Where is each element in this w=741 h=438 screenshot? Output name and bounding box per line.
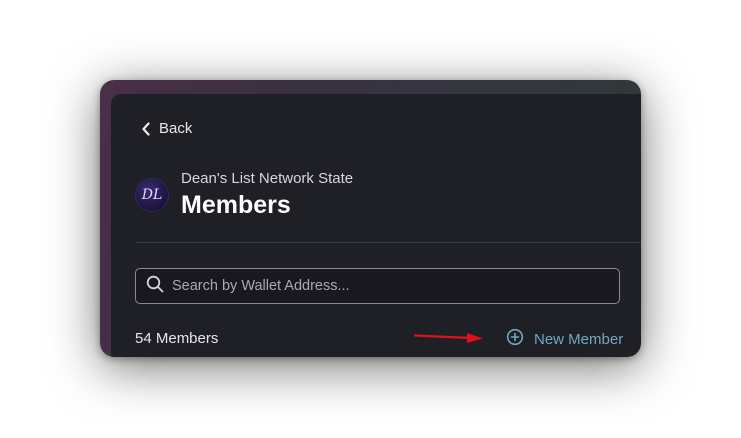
page-header: DL Dean's List Network State Members <box>135 170 353 220</box>
page-title: Members <box>181 191 291 219</box>
red-arrow-icon <box>413 333 483 343</box>
search-icon <box>146 275 164 298</box>
members-window: Back DL Dean's List Network State Member… <box>100 80 641 357</box>
search-box[interactable] <box>135 268 620 304</box>
search-input[interactable] <box>170 277 619 295</box>
new-member-label: New Member <box>534 330 624 348</box>
chevron-left-icon <box>141 121 151 136</box>
members-panel: Back DL Dean's List Network State Member… <box>111 94 641 357</box>
back-button[interactable]: Back <box>141 120 192 137</box>
member-count: 54 Members <box>135 330 219 347</box>
new-member-button[interactable]: New Member <box>506 328 623 350</box>
org-name: Dean's List Network State <box>181 170 354 187</box>
divider <box>135 242 641 243</box>
plus-circle-icon <box>506 328 524 350</box>
back-label: Back <box>159 120 193 137</box>
org-logo: DL <box>135 178 169 212</box>
